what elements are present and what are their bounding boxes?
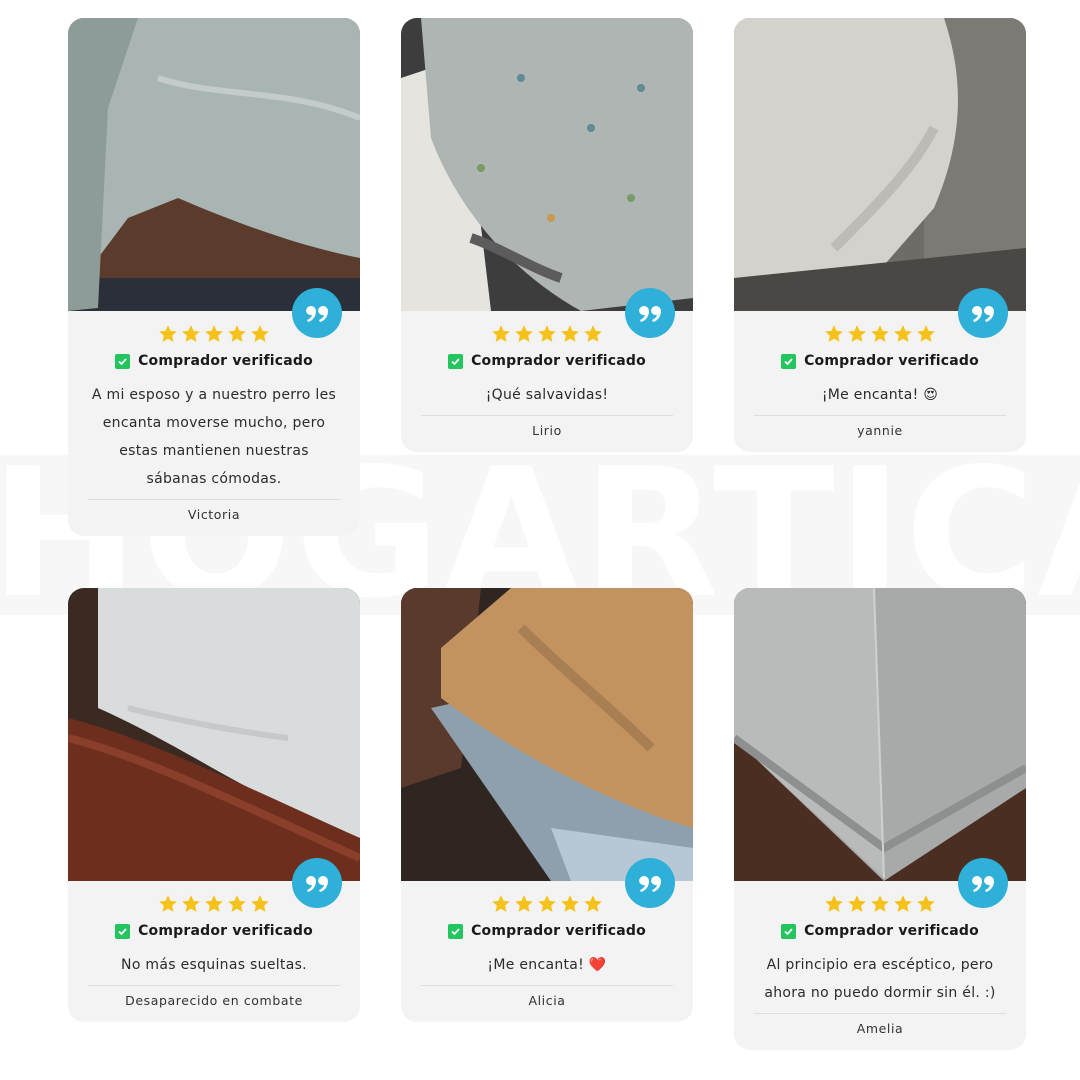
review-photo[interactable] (734, 18, 1026, 311)
star-icon (561, 895, 579, 912)
bed-sheet-photo (401, 18, 693, 311)
verified-label: Comprador verificado (804, 353, 979, 369)
star-icon (825, 895, 843, 912)
verified-buyer: Comprador verificado (88, 923, 340, 939)
star-icon (584, 325, 602, 342)
review-author: Alicia (528, 993, 566, 1008)
review-author: Victoria (187, 507, 241, 522)
review-text: A mi esposo y a nuestro perro les encant… (91, 387, 337, 487)
star-icon (848, 895, 866, 912)
star-icon (848, 325, 866, 342)
review-card: Comprador verificado ¡Me encanta! ❤️ Ali… (401, 588, 693, 1022)
divider (421, 415, 673, 416)
verified-buyer: Comprador verificado (754, 353, 1006, 369)
star-icon (228, 325, 246, 342)
star-icon (561, 325, 579, 342)
star-icon (538, 895, 556, 912)
star-icon (159, 325, 177, 342)
star-icon (871, 325, 889, 342)
review-photo[interactable] (401, 18, 693, 311)
verified-buyer: Comprador verificado (421, 353, 673, 369)
verified-buyer: Comprador verificado (421, 923, 673, 939)
review-photo[interactable] (68, 18, 360, 311)
review-card: Comprador verificado No más esquinas sue… (68, 588, 360, 1022)
star-icon (825, 325, 843, 342)
review-text: No más esquinas sueltas. (121, 957, 307, 973)
review-author: yannie (857, 423, 903, 438)
divider (421, 985, 673, 986)
bed-sheet-photo (68, 588, 360, 881)
star-icon (515, 895, 533, 912)
review-photo[interactable] (401, 588, 693, 881)
star-icon (538, 325, 556, 342)
review-text: ¡Me encanta! 😍 (821, 387, 939, 403)
star-icon (205, 325, 223, 342)
star-icon (492, 895, 510, 912)
review-photo[interactable] (734, 588, 1026, 881)
star-icon (492, 325, 510, 342)
verified-buyer: Comprador verificado (754, 923, 1006, 939)
quote-icon (625, 858, 675, 908)
review-photo[interactable] (68, 588, 360, 881)
review-card: Comprador verificado Al principio era es… (734, 588, 1026, 1050)
star-icon (584, 895, 602, 912)
checkbox-check-icon (781, 353, 797, 369)
review-card: Comprador verificado ¡Qué salvavidas! Li… (401, 18, 693, 452)
review-author: Desaparecido en combate (125, 993, 303, 1008)
verified-label: Comprador verificado (804, 923, 979, 939)
star-icon (251, 895, 269, 912)
review-author: Amelia (856, 1021, 904, 1036)
quote-icon (958, 858, 1008, 908)
checkbox-check-icon (115, 923, 131, 939)
review-text: ¡Qué salvavidas! (485, 387, 609, 403)
divider (88, 499, 340, 500)
star-icon (917, 325, 935, 342)
verified-label: Comprador verificado (138, 353, 313, 369)
star-icon (917, 895, 935, 912)
verified-label: Comprador verificado (138, 923, 313, 939)
bed-sheet-photo (734, 588, 1026, 881)
divider (754, 1013, 1006, 1014)
verified-buyer: Comprador verificado (88, 353, 340, 369)
verified-label: Comprador verificado (471, 923, 646, 939)
quote-icon (292, 288, 342, 338)
star-icon (251, 325, 269, 342)
star-icon (894, 895, 912, 912)
star-icon (182, 325, 200, 342)
quote-icon (292, 858, 342, 908)
verified-label: Comprador verificado (471, 353, 646, 369)
checkbox-check-icon (448, 353, 464, 369)
review-text: Al principio era escéptico, pero ahora n… (764, 957, 996, 1001)
star-icon (871, 895, 889, 912)
checkbox-check-icon (448, 923, 464, 939)
star-icon (515, 325, 533, 342)
checkbox-check-icon (781, 923, 797, 939)
star-icon (182, 895, 200, 912)
star-icon (205, 895, 223, 912)
review-text: ¡Me encanta! ❤️ (487, 957, 607, 973)
bed-sheet-photo (401, 588, 693, 881)
quote-icon (958, 288, 1008, 338)
checkbox-check-icon (115, 353, 131, 369)
review-author: Lirio (532, 423, 562, 438)
quote-icon (625, 288, 675, 338)
review-card: Comprador verificado ¡Me encanta! 😍 yann… (734, 18, 1026, 452)
bed-sheet-photo (734, 18, 1026, 311)
review-card: Comprador verificado A mi esposo y a nue… (68, 18, 360, 536)
divider (754, 415, 1006, 416)
star-icon (894, 325, 912, 342)
divider (88, 985, 340, 986)
star-icon (159, 895, 177, 912)
bed-sheet-photo (68, 18, 360, 311)
star-icon (228, 895, 246, 912)
